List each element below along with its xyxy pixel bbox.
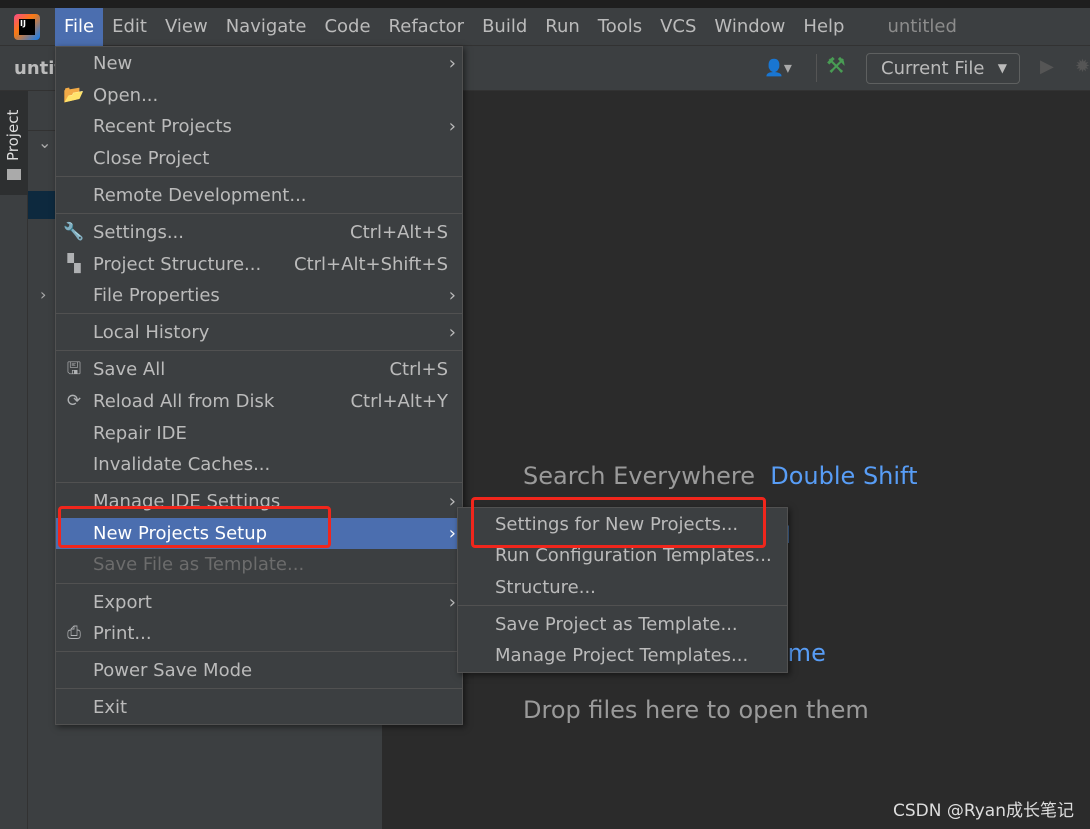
run-config-dropdown[interactable]: Current File ▼ bbox=[866, 53, 1020, 84]
menu-item-label: Manage Project Templates... bbox=[495, 645, 749, 667]
menu-item-structure[interactable]: Structure... bbox=[458, 572, 787, 604]
project-structure-icon: ▚ bbox=[67, 253, 81, 274]
menu-item-label: Open... bbox=[93, 84, 159, 106]
menu-item-label: Export bbox=[93, 591, 152, 613]
menu-item-save-all[interactable]: 🖫 Save All Ctrl+S bbox=[56, 354, 462, 386]
run-config-label: Current File bbox=[881, 58, 985, 79]
menu-vcs[interactable]: VCS bbox=[651, 8, 705, 46]
run-icon[interactable]: ▶ bbox=[1040, 56, 1054, 77]
menu-build[interactable]: Build bbox=[473, 8, 536, 46]
menu-help[interactable]: Help bbox=[794, 8, 853, 46]
menu-tools[interactable]: Tools bbox=[589, 8, 651, 46]
main-menu-bar: IJ File Edit View Navigate Code Refactor Build… bbox=[0, 7, 1090, 46]
menu-item-close-project[interactable]: Close Project bbox=[56, 143, 462, 175]
menu-item-label: Structure... bbox=[495, 576, 596, 598]
project-tool-tab[interactable]: Project bbox=[0, 91, 28, 195]
chevron-right-icon: › bbox=[448, 53, 456, 74]
hint-shortcut: Double Shift bbox=[770, 462, 918, 490]
menu-item-label: Save File as Template... bbox=[93, 554, 305, 576]
menu-item-label: Save Project as Template... bbox=[495, 613, 738, 635]
watermark: CSDN @Ryan成长笔记 bbox=[892, 801, 1074, 821]
menu-item-print[interactable]: ⎙ Print... bbox=[56, 618, 462, 650]
file-menu: New › 📂 Open... Recent Projects › Close Projec… bbox=[55, 46, 463, 725]
menu-item-label: Save All bbox=[93, 359, 166, 381]
intellij-logo-icon: IJ bbox=[14, 13, 40, 40]
chevron-down-icon: ▼ bbox=[997, 61, 1007, 75]
drop-files-hint: Drop files here to open them bbox=[523, 696, 869, 724]
menu-window[interactable]: Window bbox=[705, 8, 794, 46]
chevron-right-icon: › bbox=[448, 322, 456, 344]
chevron-down-icon[interactable]: ⌄ bbox=[38, 133, 51, 152]
chevron-right-icon[interactable]: › bbox=[40, 285, 46, 304]
folder-icon bbox=[7, 169, 21, 180]
menu-item-label: Print... bbox=[93, 623, 152, 645]
folder-open-icon: 📂 bbox=[63, 84, 85, 105]
menu-item-label: Remote Development... bbox=[93, 184, 307, 206]
menu-item-label: Exit bbox=[93, 697, 128, 719]
window-title: untitled bbox=[887, 16, 957, 37]
print-icon: ⎙ bbox=[67, 623, 81, 644]
selected-tree-row[interactable] bbox=[28, 191, 58, 219]
chevron-right-icon: › bbox=[448, 285, 456, 307]
shortcut-label: Ctrl+Alt+Shift+S bbox=[294, 253, 448, 275]
annotation-highlight-box bbox=[471, 497, 766, 548]
menu-file[interactable]: File bbox=[55, 7, 104, 46]
menu-item-reload-all-from-disk[interactable]: ⟳ Reload All from Disk Ctrl+Alt+Y bbox=[56, 386, 462, 418]
menu-item-remote-development[interactable]: Remote Development... bbox=[56, 180, 462, 212]
menu-item-project-structure[interactable]: ▚ Project Structure... Ctrl+Alt+Shift+S bbox=[56, 249, 462, 281]
reload-icon: ⟳ bbox=[66, 390, 82, 411]
build-hammer-icon[interactable]: ⚒ bbox=[826, 54, 846, 79]
menu-item-label: Settings... bbox=[93, 221, 184, 243]
menu-item-label: Power Save Mode bbox=[93, 660, 253, 682]
menu-view[interactable]: View bbox=[156, 8, 217, 46]
menu-item-save-file-as-template: Save File as Template... bbox=[56, 549, 462, 581]
shortcut-label: Ctrl+Alt+Y bbox=[350, 390, 448, 412]
debug-icon[interactable]: ✹ bbox=[1075, 56, 1090, 77]
menu-item-exit[interactable]: Exit bbox=[56, 692, 462, 724]
menu-item-recent-projects[interactable]: Recent Projects › bbox=[56, 111, 462, 143]
left-tool-stripe: Project bbox=[0, 91, 28, 829]
menu-item-label: Recent Projects bbox=[93, 116, 232, 138]
menu-item-label: Close Project bbox=[93, 147, 210, 169]
shortcut-label: Ctrl+S bbox=[389, 359, 448, 381]
menu-item-export[interactable]: Export › bbox=[56, 587, 462, 619]
menu-item-local-history[interactable]: Local History › bbox=[56, 317, 462, 349]
save-icon: 🖫 bbox=[66, 359, 82, 380]
search-everywhere-hint: Search Everywhere Double Shift bbox=[523, 462, 918, 490]
user-icon[interactable]: 👤▾ bbox=[764, 58, 798, 78]
menu-item-label: Project Structure... bbox=[93, 253, 262, 275]
toolbar-divider bbox=[816, 54, 817, 82]
chevron-right-icon: › bbox=[448, 591, 456, 613]
menu-navigate[interactable]: Navigate bbox=[217, 8, 316, 46]
menu-item-new[interactable]: New › bbox=[56, 48, 462, 80]
menu-item-label: Run Configuration Templates... bbox=[495, 545, 772, 567]
menu-item-label: Reload All from Disk bbox=[93, 390, 275, 412]
wrench-icon: 🔧 bbox=[63, 221, 85, 242]
menu-item-settings[interactable]: 🔧 Settings... Ctrl+Alt+S bbox=[56, 217, 462, 249]
menu-run[interactable]: Run bbox=[536, 8, 589, 46]
menu-refactor[interactable]: Refactor bbox=[380, 8, 474, 46]
menu-item-repair-ide[interactable]: Repair IDE bbox=[56, 418, 462, 450]
menu-code[interactable]: Code bbox=[315, 8, 379, 46]
menu-item-label: Repair IDE bbox=[93, 422, 187, 444]
chevron-right-icon: › bbox=[448, 522, 456, 544]
menu-item-save-project-as-template[interactable]: Save Project as Template... bbox=[458, 609, 787, 641]
annotation-highlight-box bbox=[58, 506, 331, 548]
menu-item-label: Invalidate Caches... bbox=[93, 454, 271, 476]
menu-item-file-properties[interactable]: File Properties › bbox=[56, 280, 462, 312]
menu-item-label: Local History bbox=[93, 322, 210, 344]
menu-item-manage-project-templates[interactable]: Manage Project Templates... bbox=[458, 640, 787, 672]
shortcut-label: Ctrl+Alt+S bbox=[350, 221, 448, 243]
menu-item-label: File Properties bbox=[93, 285, 220, 307]
menu-item-invalidate-caches[interactable]: Invalidate Caches... bbox=[56, 449, 462, 481]
menu-item-label: New bbox=[93, 53, 133, 74]
menu-item-open[interactable]: 📂 Open... bbox=[56, 80, 462, 112]
menu-item-power-save-mode[interactable]: Power Save Mode bbox=[56, 655, 462, 687]
project-tab-label: Project bbox=[4, 109, 22, 161]
menu-edit[interactable]: Edit bbox=[103, 8, 156, 46]
chevron-right-icon: › bbox=[448, 116, 456, 138]
hint-label: Search Everywhere bbox=[523, 462, 755, 490]
chevron-right-icon: › bbox=[448, 491, 456, 513]
